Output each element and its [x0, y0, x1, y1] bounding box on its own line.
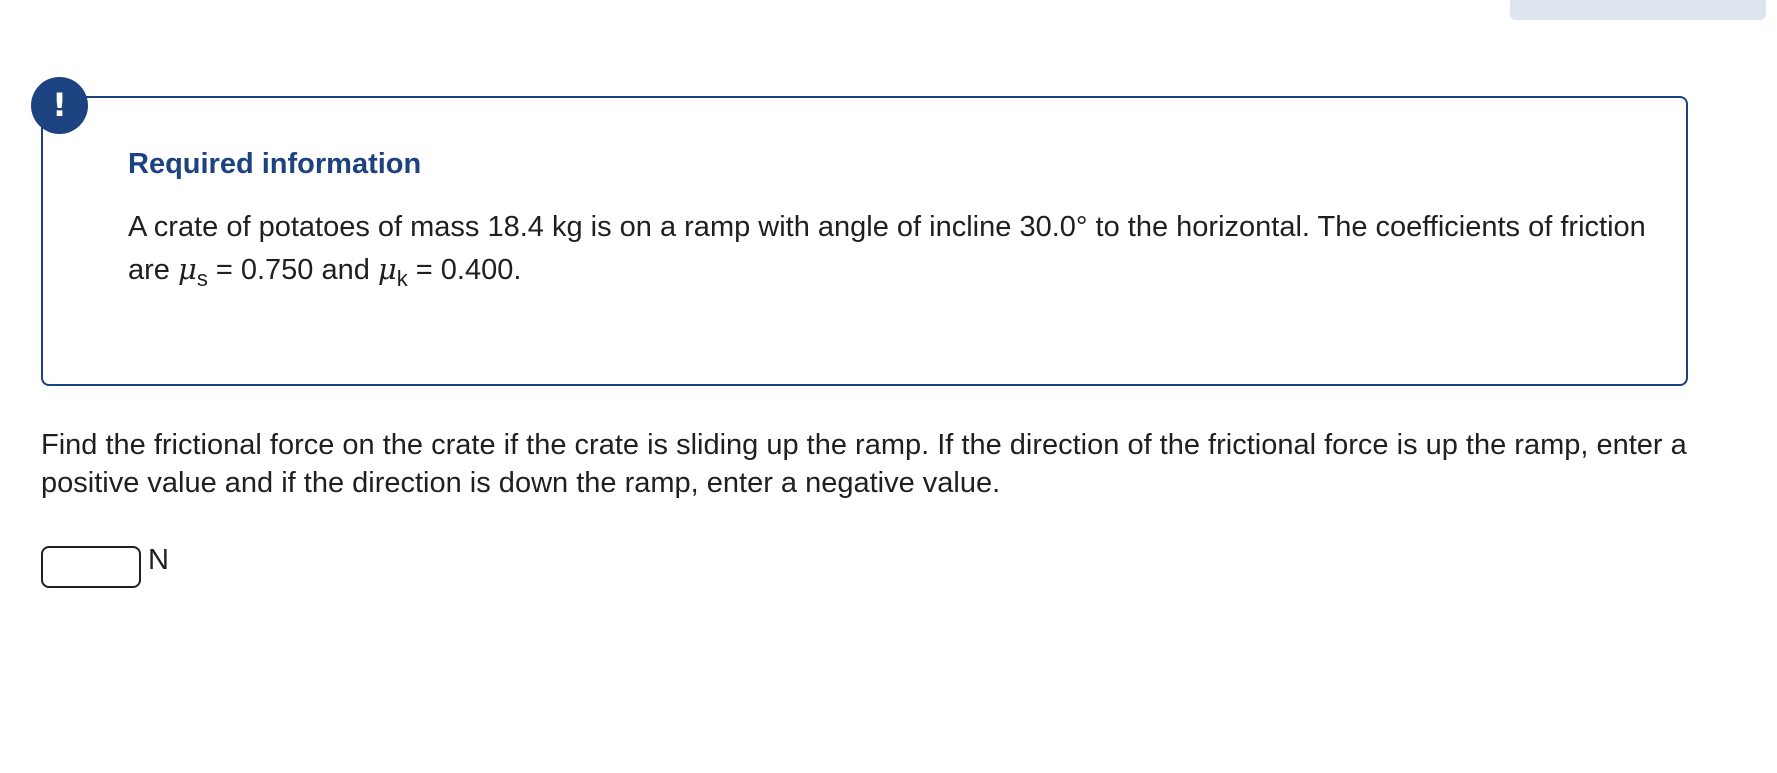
mu-symbol: μ — [177, 252, 197, 286]
answer-input[interactable] — [41, 546, 141, 588]
mu-symbol: μ — [377, 252, 397, 286]
question-text: Find the frictional force on the crate i… — [41, 429, 1687, 499]
mu-s-subscript: s — [196, 266, 208, 291]
problem-statement: A crate of potatoes of mass 18.4 kg is o… — [128, 206, 1658, 293]
mu-k-subscript: k — [396, 266, 408, 291]
mu-s-value: = 0.750 and — [215, 254, 378, 286]
mu-k-value: = 0.400. — [415, 254, 522, 286]
top-right-tab[interactable] — [1510, 0, 1766, 20]
unit-label: N — [148, 544, 169, 576]
exclamation-icon: ! — [31, 77, 88, 134]
required-information-title: Required information — [128, 148, 422, 180]
